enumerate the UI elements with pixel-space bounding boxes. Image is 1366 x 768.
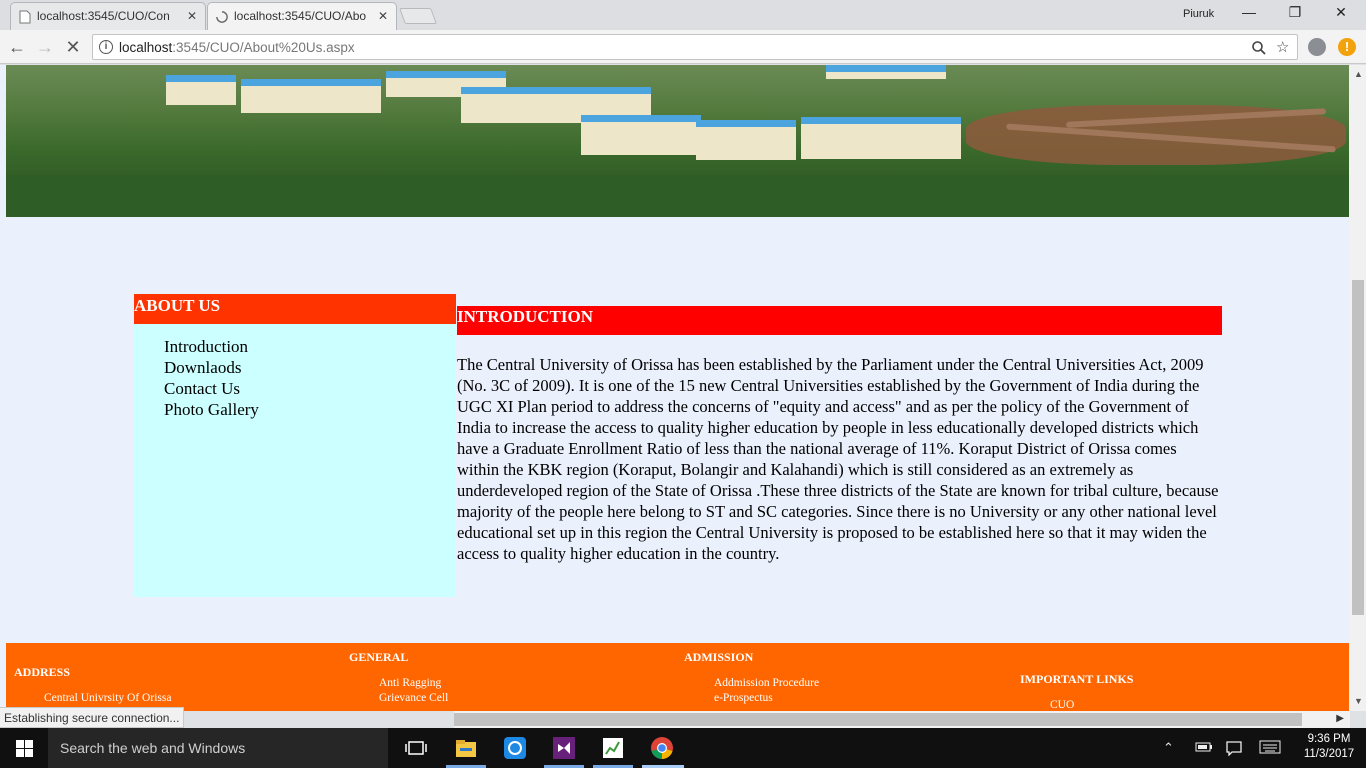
introduction-header: INTRODUCTION xyxy=(457,306,1222,335)
about-us-header: ABOUT US xyxy=(134,294,456,324)
stop-loading-icon[interactable]: ✕ xyxy=(62,36,84,58)
footer-link-grievance-cell[interactable]: Grievance Cell xyxy=(379,692,448,704)
url-text[interactable]: localhost:3545/CUO/About%20Us.aspx xyxy=(119,40,355,55)
back-arrow-icon[interactable]: ← xyxy=(6,36,28,58)
vertical-scroll-thumb[interactable] xyxy=(1352,280,1364,615)
vertical-scrollbar[interactable]: ▲ ▼ xyxy=(1350,65,1366,711)
close-tab-icon[interactable]: ✕ xyxy=(187,9,197,23)
update-alert-icon[interactable]: ! xyxy=(1338,38,1356,56)
about-us-heading: ABOUT US xyxy=(134,296,221,315)
system-clock[interactable]: 9:36 PM 11/3/2017 xyxy=(1300,732,1358,762)
sidebar-item-photo-gallery[interactable]: Photo Gallery xyxy=(164,399,456,420)
battery-icon[interactable] xyxy=(1195,740,1213,754)
sidebar-item-contact-us[interactable]: Contact Us xyxy=(164,378,456,399)
page-viewport: ABOUT US Introduction Downlaods Contact … xyxy=(0,65,1350,711)
close-tab-icon[interactable]: ✕ xyxy=(378,9,388,23)
loading-spinner-icon xyxy=(216,11,228,23)
chrome-icon[interactable] xyxy=(650,736,674,760)
sync-app-icon[interactable] xyxy=(503,736,527,760)
sidebar-menu: Introduction Downlaods Contact Us Photo … xyxy=(134,324,456,597)
extension-icon[interactable] xyxy=(1308,38,1326,56)
scroll-up-arrow-icon[interactable]: ▲ xyxy=(1354,69,1363,79)
scroll-right-arrow-icon[interactable]: ▶ xyxy=(1336,713,1344,724)
footer-address-item: Central Univrsity Of Orissa xyxy=(44,692,172,704)
tray-chevron-icon[interactable]: ⌃ xyxy=(1163,740,1174,756)
minimize-icon[interactable]: — xyxy=(1238,4,1260,24)
introduction-heading: INTRODUCTION xyxy=(457,307,594,326)
taskbar-search-box[interactable]: Search the web and Windows xyxy=(48,728,388,768)
clock-date: 11/3/2017 xyxy=(1303,748,1355,760)
footer-link-e-prospectus[interactable]: e-Prospectus xyxy=(714,692,773,704)
windows-taskbar: Search the web and Windows ⌃ 9:36 PM 11/… xyxy=(0,728,1366,768)
bookmark-star-icon[interactable]: ☆ xyxy=(1276,38,1289,56)
footer-link-cuo[interactable]: CUO xyxy=(1050,699,1074,711)
taskbar-search-placeholder: Search the web and Windows xyxy=(60,740,246,756)
horizontal-scroll-thumb[interactable] xyxy=(454,713,1302,726)
page-icon xyxy=(19,10,31,24)
browser-tab-about[interactable]: localhost:3545/CUO/Abo ✕ xyxy=(207,2,397,31)
restore-icon[interactable]: ❐ xyxy=(1284,4,1306,24)
task-view-icon[interactable] xyxy=(404,736,428,760)
sidebar-item-introduction[interactable]: Introduction xyxy=(164,336,456,357)
zoom-icon[interactable] xyxy=(1251,40,1267,56)
keyboard-icon[interactable] xyxy=(1259,740,1281,754)
clock-time: 9:36 PM xyxy=(1307,733,1351,745)
footer-important-links-heading: IMPORTANT LINKS xyxy=(1020,672,1134,686)
status-bubble: Establishing secure connection... xyxy=(0,707,185,728)
close-window-icon[interactable]: ✕ xyxy=(1330,4,1352,24)
campus-banner-image xyxy=(6,65,1349,217)
footer-link-anti-ragging[interactable]: Anti Ragging xyxy=(379,677,441,689)
horizontal-scrollbar[interactable]: ▶ xyxy=(454,711,1350,728)
sidebar-item-downloads[interactable]: Downlaods xyxy=(164,357,456,378)
footer-admission-heading: ADMISSION xyxy=(684,650,754,664)
file-explorer-icon[interactable] xyxy=(454,736,478,760)
address-bar[interactable]: i localhost:3545/CUO/About%20Us.aspx ☆ xyxy=(92,34,1298,60)
profile-name[interactable]: Piuruk xyxy=(1183,8,1214,20)
footer-general-heading: GENERAL xyxy=(349,650,409,664)
tab-title: localhost:3545/CUO/Abo xyxy=(234,9,367,23)
notification-icon[interactable] xyxy=(1226,740,1242,756)
new-tab-button[interactable] xyxy=(399,8,437,24)
forward-arrow-icon[interactable]: → xyxy=(34,36,56,58)
browser-toolbar: ← → ✕ i localhost:3545/CUO/About%20Us.as… xyxy=(0,30,1366,64)
site-footer: ADDRESS Central Univrsity Of Orissa GENE… xyxy=(6,643,1349,711)
footer-link-admission-procedure[interactable]: Addmission Procedure xyxy=(714,677,819,689)
windows-start-icon[interactable] xyxy=(0,728,48,768)
tab-title: localhost:3545/CUO/Con xyxy=(37,9,170,23)
info-icon[interactable]: i xyxy=(99,40,113,54)
visual-studio-icon[interactable] xyxy=(552,736,576,760)
introduction-body: The Central University of Orissa has bee… xyxy=(457,355,1219,563)
project-app-icon[interactable] xyxy=(601,736,625,760)
scroll-down-arrow-icon[interactable]: ▼ xyxy=(1354,696,1363,706)
browser-tab-contact[interactable]: localhost:3545/CUO/Con ✕ xyxy=(10,2,206,30)
tab-strip: localhost:3545/CUO/Con ✕ localhost:3545/… xyxy=(0,0,1366,31)
footer-address-heading: ADDRESS xyxy=(14,665,71,679)
